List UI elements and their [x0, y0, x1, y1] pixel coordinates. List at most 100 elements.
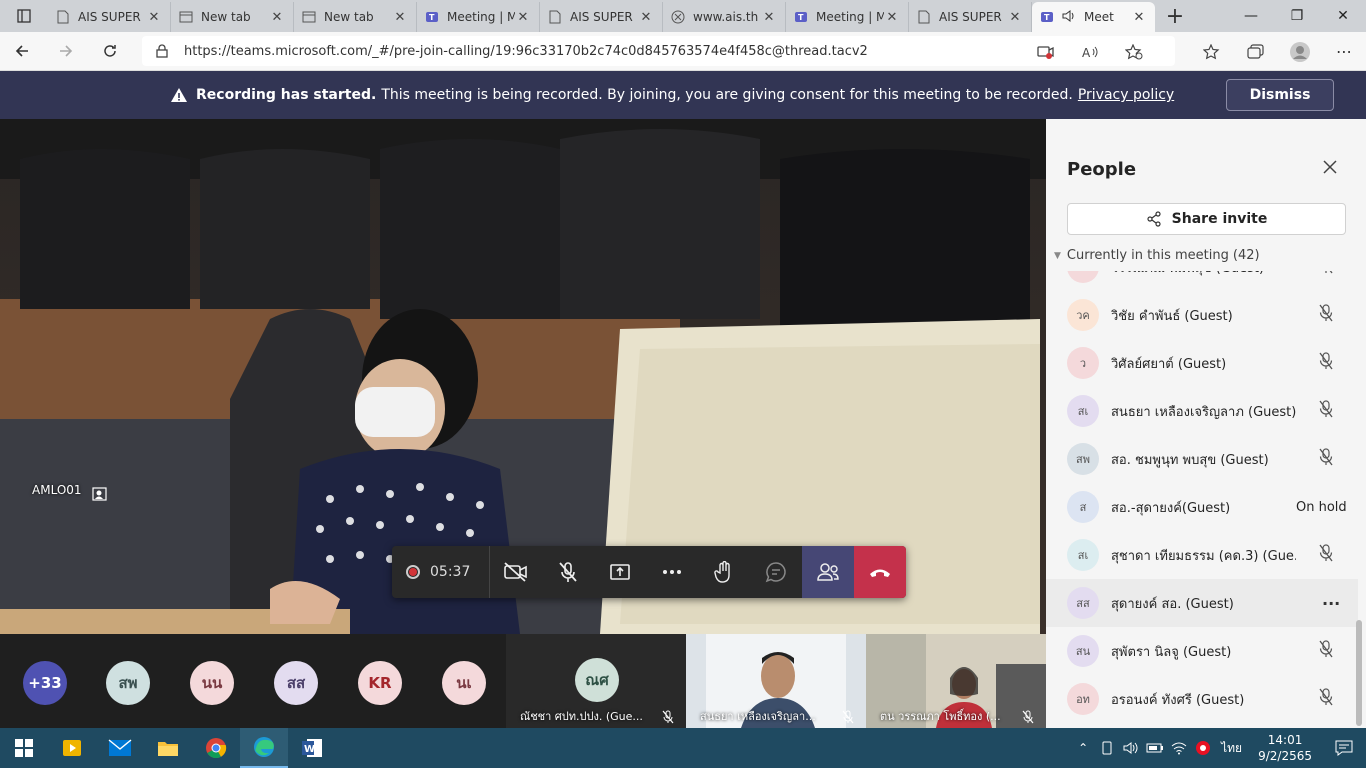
- camera-toggle-button[interactable]: [490, 546, 542, 598]
- favorites-button[interactable]: [1190, 32, 1234, 71]
- close-icon[interactable]: [1322, 159, 1338, 175]
- tab-close-icon[interactable]: ✕: [515, 10, 531, 25]
- restore-button[interactable]: ❐: [1274, 0, 1320, 32]
- taskbar-mail-app[interactable]: [96, 728, 144, 768]
- participant-list-scrollbar[interactable]: [1356, 620, 1362, 726]
- tab-close-icon[interactable]: ✕: [1131, 10, 1147, 25]
- participant-row[interactable]: สพ สอ. ชมพูนุท พบสุข (Guest): [1046, 435, 1358, 483]
- network-button[interactable]: [1167, 741, 1191, 755]
- close-window-button[interactable]: ✕: [1320, 0, 1366, 32]
- participant-row[interactable]: สเ สนธยา เหลืองเจริญลาภ (Guest): [1046, 387, 1358, 435]
- dismiss-button[interactable]: Dismiss: [1226, 79, 1334, 111]
- mic-off-icon: [1318, 688, 1334, 710]
- doc-icon: [56, 10, 70, 24]
- tab-8[interactable]: T Meet ✕: [1032, 2, 1155, 32]
- more-actions-button[interactable]: [646, 546, 698, 598]
- tab-0[interactable]: AIS SUPER ✕: [48, 2, 171, 32]
- settings-more-button[interactable]: ⋯: [1322, 32, 1366, 71]
- speaker-icon[interactable]: [1062, 9, 1076, 25]
- participant-row[interactable]: วค วิชัย คำพันธ์ (Guest): [1046, 291, 1358, 339]
- minimize-button[interactable]: —: [1228, 0, 1274, 32]
- tab-close-icon[interactable]: ✕: [269, 10, 285, 25]
- tab-5[interactable]: www.ais.th ✕: [663, 2, 786, 32]
- participant-row[interactable]: สน สุพัตรา นิลจู (Guest): [1046, 627, 1358, 675]
- participant-row[interactable]: ส สอ.-สุดายงค์(Guest) On hold: [1046, 483, 1358, 531]
- collections-button[interactable]: [1234, 32, 1278, 71]
- gallery-tile-name: ตน วรรณภา โพธิ์ทอง (...: [880, 710, 1001, 723]
- tab-close-icon[interactable]: ✕: [1007, 10, 1023, 25]
- participant-row[interactable]: สเ สุชาดา เทียมธรรม (คด.3) (Gue...: [1046, 531, 1358, 579]
- gallery-avatar[interactable]: สส: [274, 661, 318, 705]
- tray-overflow-button[interactable]: ⌃: [1071, 741, 1095, 755]
- volume-button[interactable]: [1119, 741, 1143, 755]
- participant-row[interactable]: อท อรอนงค์ ทังศรี (Guest): [1046, 675, 1358, 723]
- read-aloud-icon: A: [1082, 46, 1098, 59]
- taskbar-explorer-app[interactable]: [144, 728, 192, 768]
- taskbar-edge-app[interactable]: [240, 728, 288, 768]
- camera-blocked-button[interactable]: [1024, 32, 1068, 71]
- tab-1[interactable]: New tab ✕: [171, 2, 294, 32]
- taskbar-word-app[interactable]: W: [288, 728, 336, 768]
- participant-row[interactable]: สส สุดายงค์ สอ. (Guest) ···: [1046, 579, 1358, 627]
- mic-toggle-button[interactable]: [542, 546, 594, 598]
- gallery-avatar[interactable]: KR: [358, 661, 402, 705]
- new-tab-button[interactable]: +: [1155, 4, 1195, 29]
- tab-close-icon[interactable]: ✕: [638, 10, 654, 25]
- mic-off-icon: [1318, 400, 1334, 422]
- section-header[interactable]: ▼ Currently in this meeting (42): [1054, 248, 1260, 263]
- taskbar-media-app[interactable]: [48, 728, 96, 768]
- chat-button[interactable]: [750, 546, 802, 598]
- privacy-policy-link[interactable]: Privacy policy: [1078, 87, 1174, 103]
- participant-avatar: สน: [1067, 635, 1099, 667]
- share-screen-button[interactable]: [594, 546, 646, 598]
- tab-3[interactable]: T Meeting | M ✕: [417, 2, 540, 32]
- tray-app-button[interactable]: [1191, 740, 1215, 756]
- tab-7[interactable]: AIS SUPER ✕: [909, 2, 1032, 32]
- participant-list: สเ วรรณิภณ พิมพ์สุข (Guest) วค วิชัย คำพันธ…: [1046, 271, 1358, 728]
- hang-up-button[interactable]: [854, 546, 906, 598]
- participant-name: สุดายงค์ สอ. (Guest): [1111, 596, 1234, 612]
- tab-6[interactable]: T Meeting | M ✕: [786, 2, 909, 32]
- tab-close-icon[interactable]: ✕: [392, 10, 408, 25]
- tab-close-icon[interactable]: ✕: [884, 10, 900, 25]
- more-dots-icon: [663, 570, 681, 574]
- clock[interactable]: 14:01 9/2/2565: [1258, 732, 1312, 764]
- participant-more-options-button[interactable]: ···: [1322, 594, 1340, 613]
- participant-name: วิชัย คำพันธ์ (Guest): [1111, 308, 1233, 324]
- gallery-avatar[interactable]: นน: [190, 661, 234, 705]
- raise-hand-button[interactable]: [698, 546, 750, 598]
- chrome-icon: [206, 738, 227, 759]
- gallery-avatar[interactable]: สพ: [106, 661, 150, 705]
- read-aloud-button[interactable]: A: [1068, 32, 1112, 71]
- forward-button[interactable]: [44, 32, 88, 71]
- overflow-participants-avatar[interactable]: +33: [23, 661, 67, 705]
- tab-close-icon[interactable]: ✕: [146, 10, 162, 25]
- url-field[interactable]: https://teams.microsoft.com/_#/pre-join-…: [142, 36, 1175, 66]
- call-controls: 05:37: [392, 546, 906, 598]
- tab-4[interactable]: AIS SUPER ✕: [540, 2, 663, 32]
- participant-row[interactable]: สเ วรรณิภณ พิมพ์สุข (Guest): [1046, 271, 1358, 291]
- gallery-tile[interactable]: ณศ ณัชชา ศปท.ปปง. (Gue...: [506, 634, 686, 728]
- notifications-button[interactable]: [1322, 740, 1366, 756]
- share-invite-button[interactable]: Share invite: [1067, 203, 1346, 235]
- input-language[interactable]: ไทย: [1221, 739, 1242, 758]
- add-favorite-button[interactable]: [1112, 32, 1156, 71]
- gallery-avatar[interactable]: นเ: [442, 661, 486, 705]
- taskbar-chrome-app[interactable]: [192, 728, 240, 768]
- refresh-button[interactable]: [88, 32, 132, 71]
- tab-actions-button[interactable]: [0, 0, 48, 32]
- participant-row[interactable]: ว วิศัลย์ศยาต์ (Guest): [1046, 339, 1358, 387]
- show-participants-button[interactable]: [802, 546, 854, 598]
- tray-device-icon[interactable]: [1095, 741, 1119, 755]
- tab-2[interactable]: New tab ✕: [294, 2, 417, 32]
- back-button[interactable]: [0, 32, 44, 71]
- gallery-tile[interactable]: ตน วรรณภา โพธิ์ทอง (...: [866, 634, 1046, 728]
- profile-button[interactable]: [1278, 32, 1322, 71]
- tab-close-icon[interactable]: ✕: [761, 10, 777, 25]
- clock-date: 9/2/2565: [1258, 749, 1312, 763]
- start-button[interactable]: [0, 728, 48, 768]
- participant-settings-icon: [92, 487, 107, 501]
- participant-status: On hold: [1296, 499, 1347, 515]
- battery-button[interactable]: [1143, 742, 1167, 754]
- gallery-tile[interactable]: สนธยา เหลืองเจริญลา...: [686, 634, 866, 728]
